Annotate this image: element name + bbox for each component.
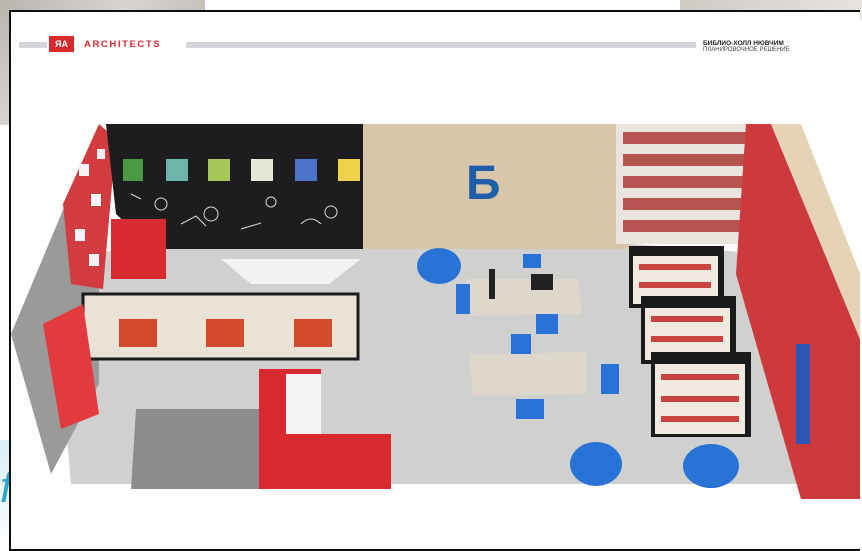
header-rule-left <box>19 42 47 48</box>
red-armchair <box>111 219 166 279</box>
brand-logo: ЯА <box>49 36 74 52</box>
presentation-slide: ЯА ARCHITECTS БИБЛИО-ХОЛЛ НЮВЧИМ ПЛАНИРО… <box>9 10 860 551</box>
interior-render: Б <box>11 124 860 499</box>
work-table-1 <box>466 279 581 316</box>
floor-rug <box>131 409 271 489</box>
project-subtitle: ПЛАНИРОВОЧНОЕ РЕШЕНИЕ <box>703 47 790 53</box>
wall-logo: Б <box>466 157 501 210</box>
work-table-2 <box>469 352 586 396</box>
ladder <box>796 344 810 444</box>
brand-name: ARCHITECTS <box>84 38 162 50</box>
header-rule-right <box>186 42 696 48</box>
project-caption: БИБЛИО-ХОЛЛ НЮВЧИМ ПЛАНИРОВОЧНОЕ РЕШЕНИЕ <box>703 40 790 54</box>
project-title: БИБЛИО-ХОЛЛ НЮВЧИМ <box>703 40 784 47</box>
brand: ЯА ARCHITECTS <box>49 36 161 52</box>
